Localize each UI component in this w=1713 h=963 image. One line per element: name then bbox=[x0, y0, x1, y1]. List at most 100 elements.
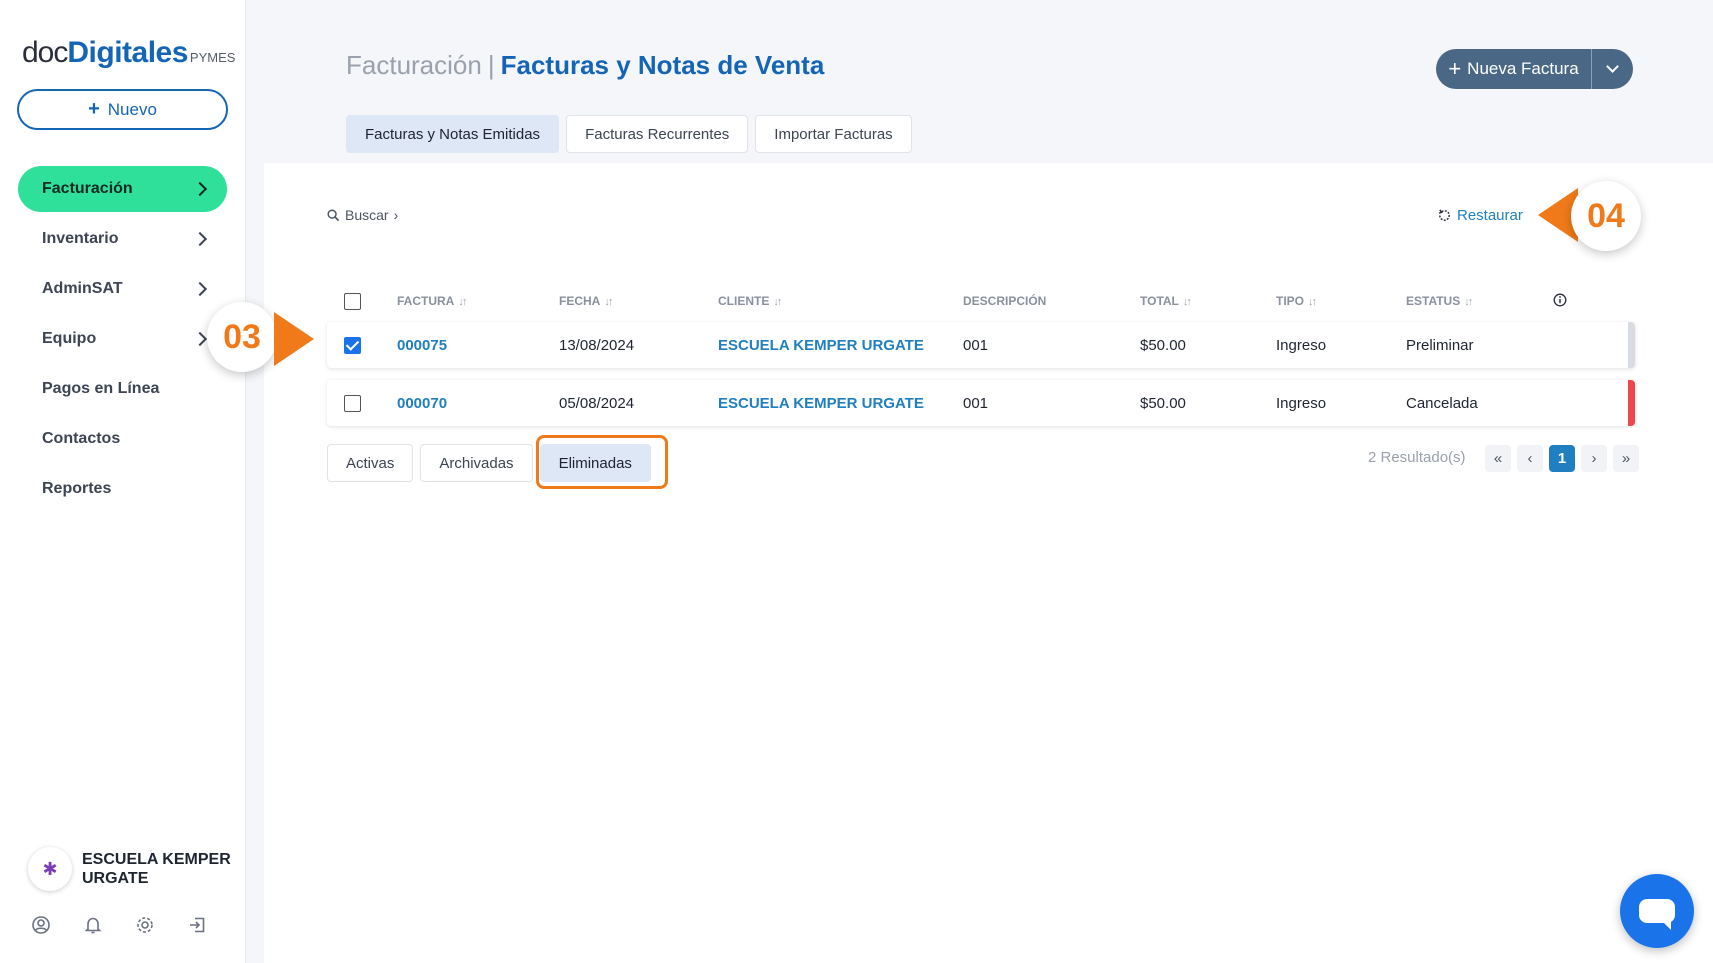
sidebar-item-pagos-en-linea[interactable]: Pagos en Línea bbox=[18, 366, 227, 412]
chat-bubble-icon bbox=[1639, 899, 1675, 930]
bell-icon[interactable] bbox=[82, 914, 104, 936]
invoice-description: 001 bbox=[963, 336, 989, 354]
filter-activas[interactable]: Activas bbox=[327, 444, 414, 482]
gear-icon[interactable] bbox=[134, 914, 156, 936]
invoice-description: 001 bbox=[963, 394, 989, 412]
breadcrumb-page: Facturas y Notas de Venta bbox=[500, 50, 825, 80]
new-button[interactable]: + Nuevo bbox=[17, 89, 228, 130]
invoice-number-link[interactable]: 000070 bbox=[397, 380, 447, 426]
pagination: « ‹ 1 › » bbox=[1485, 445, 1639, 472]
row-checkbox[interactable] bbox=[344, 322, 361, 368]
column-header-estatus[interactable]: ESTATUS ↓↑ bbox=[1406, 294, 1473, 308]
sidebar-item-label: Inventario bbox=[42, 230, 119, 247]
invoice-type: Ingreso bbox=[1276, 336, 1327, 354]
invoice-date: 13/08/2024 bbox=[559, 336, 635, 354]
sidebar-footer-icons bbox=[30, 914, 208, 936]
logo-pymes: PYMES bbox=[189, 50, 236, 65]
chevron-down-icon bbox=[1606, 60, 1619, 73]
sidebar-item-equipo[interactable]: Equipo bbox=[18, 316, 227, 362]
invoice-date: 05/08/2024 bbox=[559, 394, 635, 412]
brand-logo[interactable]: doc Digitales PYMES bbox=[22, 30, 235, 70]
table-row[interactable]: 000070 05/08/2024 ESCUELA KEMPER URGATE … bbox=[327, 380, 1635, 426]
sidebar-item-contactos[interactable]: Contactos bbox=[18, 416, 227, 462]
sidebar-nav: Facturación Inventario AdminSAT Equipo P… bbox=[18, 166, 227, 516]
client-link[interactable]: ESCUELA KEMPER URGATE bbox=[718, 380, 924, 426]
user-profile-icon[interactable] bbox=[30, 914, 52, 936]
chevron-right-icon: › bbox=[393, 207, 399, 223]
sidebar-item-facturacion[interactable]: Facturación bbox=[18, 166, 227, 212]
plus-icon: + bbox=[88, 98, 100, 120]
search-label: Buscar bbox=[345, 207, 389, 223]
account-name-line: URGATE bbox=[82, 870, 149, 887]
sort-icon: ↓↑ bbox=[1182, 296, 1192, 308]
content-panel bbox=[264, 163, 1713, 963]
invoice-total: $50.00 bbox=[1140, 394, 1186, 412]
column-header-factura[interactable]: FACTURA ↓↑ bbox=[397, 294, 467, 308]
chevron-right-icon bbox=[192, 231, 208, 247]
account-name: ESCUELA KEMPER URGATE bbox=[82, 850, 231, 888]
table-row[interactable]: 000075 13/08/2024 ESCUELA KEMPER URGATE … bbox=[327, 322, 1635, 368]
search-icon bbox=[327, 208, 340, 221]
logo-digitales: Digitales bbox=[67, 36, 188, 69]
plus-icon: + bbox=[1448, 56, 1462, 81]
next-page-icon[interactable]: › bbox=[1581, 445, 1607, 472]
tab-facturas-recurrentes[interactable]: Facturas Recurrentes bbox=[566, 115, 749, 153]
sort-icon: ↓↑ bbox=[1464, 296, 1473, 308]
table-header: FACTURA ↓↑ FECHA ↓↑ CLIENTE ↓↑ DESCRIPCIÓN … bbox=[327, 286, 1635, 316]
client-link[interactable]: ESCUELA KEMPER URGATE bbox=[718, 322, 924, 368]
tab-facturas-emitidas[interactable]: Facturas y Notas Emitidas bbox=[346, 115, 560, 153]
new-invoice-dropdown-button[interactable] bbox=[1592, 49, 1633, 89]
restore-button[interactable]: Restaurar bbox=[1437, 207, 1523, 224]
sort-icon: ↓↑ bbox=[773, 296, 782, 308]
callout-arrow-right bbox=[274, 312, 314, 366]
column-header-cliente[interactable]: CLIENTE ↓↑ bbox=[718, 294, 782, 308]
tab-importar-facturas[interactable]: Importar Facturas bbox=[755, 115, 912, 153]
chevron-right-icon bbox=[192, 281, 208, 297]
column-header-tipo[interactable]: TIPO ↓↑ bbox=[1276, 294, 1317, 308]
new-button-label: Nuevo bbox=[107, 99, 157, 119]
breadcrumb-section[interactable]: Facturación bbox=[346, 50, 482, 80]
column-header-descripcion: DESCRIPCIÓN bbox=[963, 294, 1047, 308]
column-header-total[interactable]: TOTAL ↓↑ bbox=[1140, 294, 1192, 308]
chat-support-button[interactable] bbox=[1620, 874, 1694, 948]
prev-page-icon[interactable]: ‹ bbox=[1517, 445, 1543, 472]
logo-doc: doc bbox=[22, 36, 68, 69]
sidebar-item-adminsat[interactable]: AdminSAT bbox=[18, 266, 227, 312]
chevron-right-icon bbox=[192, 181, 208, 197]
invoice-number-link[interactable]: 000075 bbox=[397, 322, 447, 368]
select-all-checkbox[interactable] bbox=[344, 292, 361, 310]
results-count: 2 Resultado(s) bbox=[1368, 449, 1466, 466]
row-checkbox[interactable] bbox=[344, 380, 361, 426]
page-number-button[interactable]: 1 bbox=[1549, 445, 1575, 472]
sort-icon: ↓↑ bbox=[1308, 296, 1317, 308]
column-header-fecha[interactable]: FECHA ↓↑ bbox=[559, 294, 613, 308]
step-callout-03: 03 bbox=[207, 302, 277, 372]
invoice-type: Ingreso bbox=[1276, 394, 1327, 412]
info-icon[interactable] bbox=[1553, 293, 1567, 310]
invoice-status: Preliminar bbox=[1406, 336, 1474, 354]
step-callout-04: 04 bbox=[1571, 181, 1641, 251]
sidebar-item-inventario[interactable]: Inventario bbox=[18, 216, 227, 262]
restore-icon bbox=[1438, 209, 1450, 221]
search-toggle[interactable]: Buscar › bbox=[327, 207, 398, 223]
filter-archivadas[interactable]: Archivadas bbox=[420, 444, 533, 482]
status-indicator-bar bbox=[1628, 322, 1635, 368]
sidebar-item-label: Facturación bbox=[42, 180, 133, 197]
sidebar-item-label: Equipo bbox=[42, 330, 97, 347]
sidebar-item-label: Reportes bbox=[42, 480, 112, 497]
sort-icon: ↓↑ bbox=[604, 296, 613, 308]
account-switcher[interactable]: ✱ ESCUELA KEMPER URGATE bbox=[28, 847, 231, 891]
sidebar-item-reportes[interactable]: Reportes bbox=[18, 466, 227, 512]
logout-icon[interactable] bbox=[186, 914, 208, 936]
last-page-icon[interactable]: » bbox=[1613, 445, 1639, 472]
invoice-total: $50.00 bbox=[1140, 336, 1186, 354]
first-page-icon[interactable]: « bbox=[1485, 445, 1511, 472]
sidebar-item-label: Pagos en Línea bbox=[42, 380, 160, 397]
new-invoice-button[interactable]: + Nueva Factura bbox=[1436, 49, 1592, 89]
highlight-frame bbox=[536, 435, 668, 489]
sidebar-item-label: Contactos bbox=[42, 430, 121, 447]
sidebar: doc Digitales PYMES + Nuevo Facturación In… bbox=[0, 0, 246, 963]
avatar: ✱ bbox=[28, 847, 72, 891]
new-invoice-split-button: + Nueva Factura bbox=[1436, 49, 1633, 89]
new-invoice-label: Nueva Factura bbox=[1467, 59, 1579, 78]
